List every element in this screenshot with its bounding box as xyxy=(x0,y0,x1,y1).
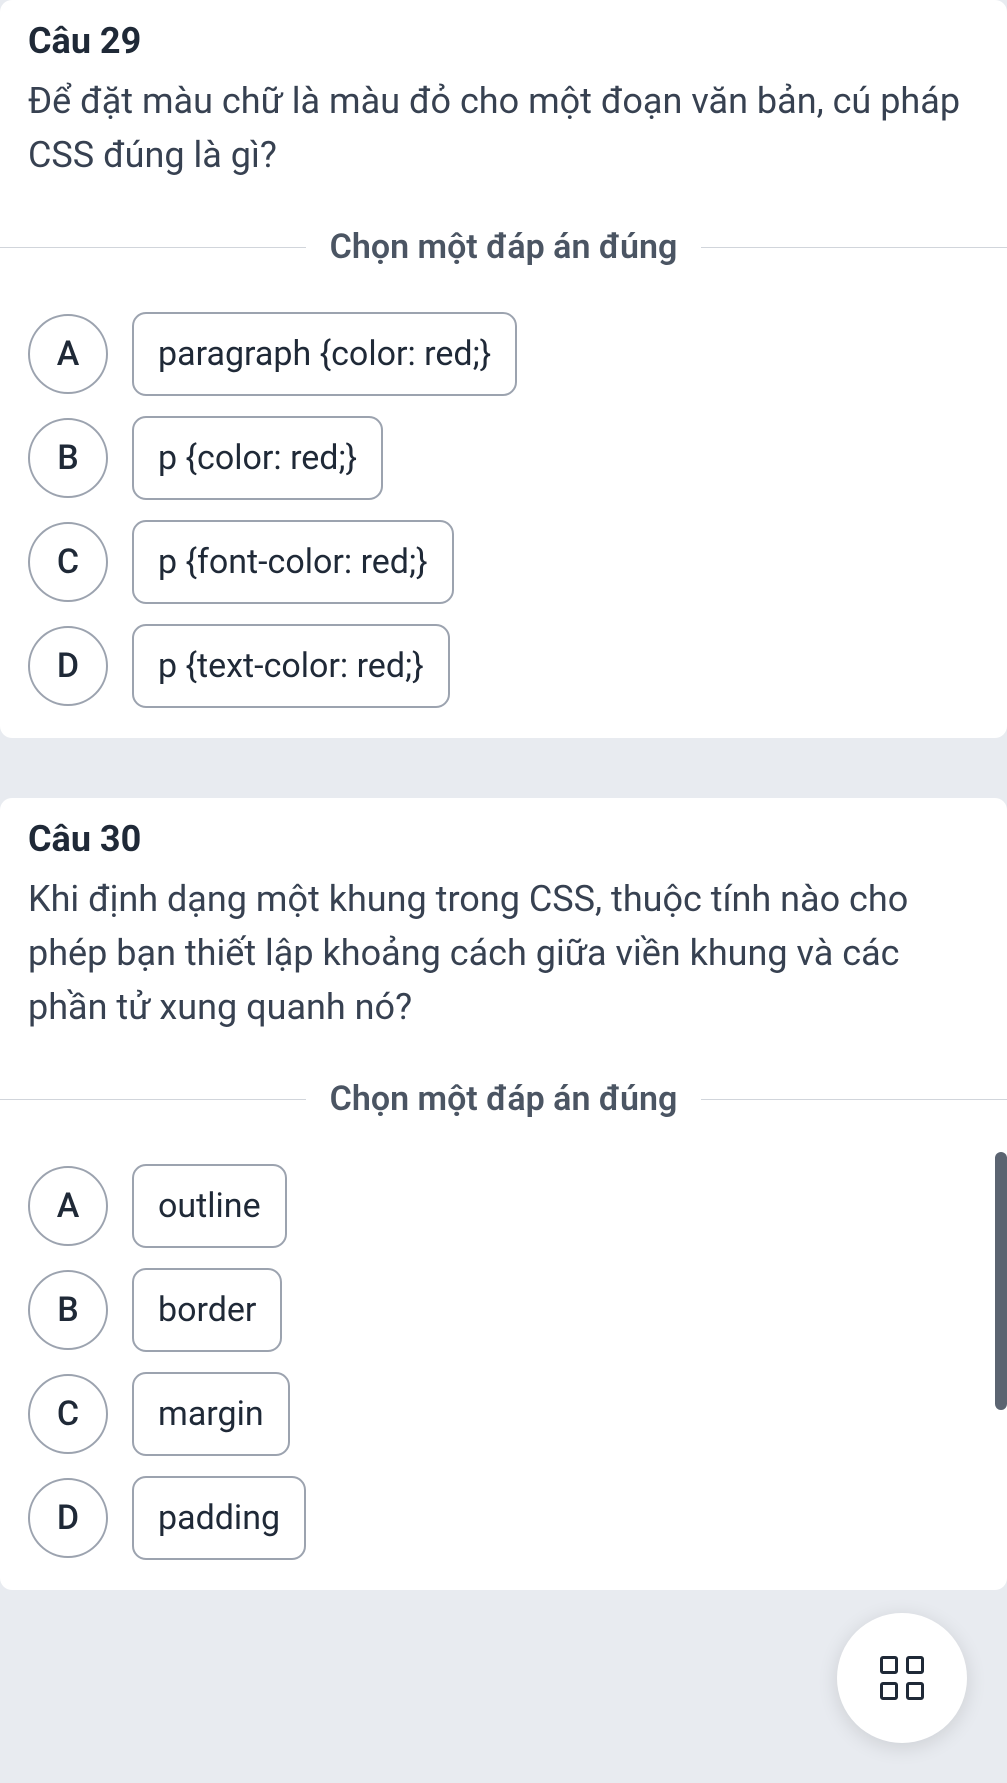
option-row-c: C margin xyxy=(28,1372,979,1456)
option-text-c[interactable]: p {font-color: red;} xyxy=(132,520,454,604)
option-text-b[interactable]: p {color: red;} xyxy=(132,416,383,500)
option-text-c[interactable]: margin xyxy=(132,1372,290,1456)
divider-right xyxy=(701,1099,1007,1100)
question-text: Để đặt màu chữ là màu đỏ cho một đoạn vă… xyxy=(28,74,979,182)
divider-right xyxy=(701,247,1007,248)
options-container: A outline B border C margin D padding xyxy=(0,1164,1007,1560)
option-letter-c[interactable]: C xyxy=(28,522,108,602)
divider-left xyxy=(0,247,306,248)
option-letter-d[interactable]: D xyxy=(28,1478,108,1558)
question-number: Câu 30 xyxy=(28,818,979,860)
option-text-b[interactable]: border xyxy=(132,1268,282,1352)
option-row-b: B border xyxy=(28,1268,979,1352)
grid-menu-button[interactable] xyxy=(837,1613,967,1743)
option-row-d: D p {text-color: red;} xyxy=(28,624,979,708)
option-letter-a[interactable]: A xyxy=(28,314,108,394)
option-letter-d[interactable]: D xyxy=(28,626,108,706)
option-row-b: B p {color: red;} xyxy=(28,416,979,500)
grid-icon xyxy=(880,1656,924,1700)
option-row-a: A outline xyxy=(28,1164,979,1248)
instruction-row: Chọn một đáp án đúng xyxy=(0,1079,1007,1119)
option-letter-b[interactable]: B xyxy=(28,1270,108,1350)
question-number: Câu 29 xyxy=(28,20,979,62)
option-letter-a[interactable]: A xyxy=(28,1166,108,1246)
option-letter-c[interactable]: C xyxy=(28,1374,108,1454)
question-card-30: Câu 30 Khi định dạng một khung trong CSS… xyxy=(0,798,1007,1590)
question-text: Khi định dạng một khung trong CSS, thuộc… xyxy=(28,872,979,1034)
question-header: Câu 29 Để đặt màu chữ là màu đỏ cho một … xyxy=(0,0,1007,192)
divider-left xyxy=(0,1099,306,1100)
question-header: Câu 30 Khi định dạng một khung trong CSS… xyxy=(0,798,1007,1044)
option-text-a[interactable]: paragraph {color: red;} xyxy=(132,312,517,396)
question-card-29: Câu 29 Để đặt màu chữ là màu đỏ cho một … xyxy=(0,0,1007,738)
instruction-text: Chọn một đáp án đúng xyxy=(306,227,702,267)
scrollbar-thumb[interactable] xyxy=(995,1152,1007,1410)
option-text-a[interactable]: outline xyxy=(132,1164,287,1248)
option-row-c: C p {font-color: red;} xyxy=(28,520,979,604)
options-container: A paragraph {color: red;} B p {color: re… xyxy=(0,312,1007,708)
option-row-d: D padding xyxy=(28,1476,979,1560)
option-text-d[interactable]: p {text-color: red;} xyxy=(132,624,450,708)
instruction-row: Chọn một đáp án đúng xyxy=(0,227,1007,267)
instruction-text: Chọn một đáp án đúng xyxy=(306,1079,702,1119)
option-row-a: A paragraph {color: red;} xyxy=(28,312,979,396)
option-letter-b[interactable]: B xyxy=(28,418,108,498)
option-text-d[interactable]: padding xyxy=(132,1476,306,1560)
